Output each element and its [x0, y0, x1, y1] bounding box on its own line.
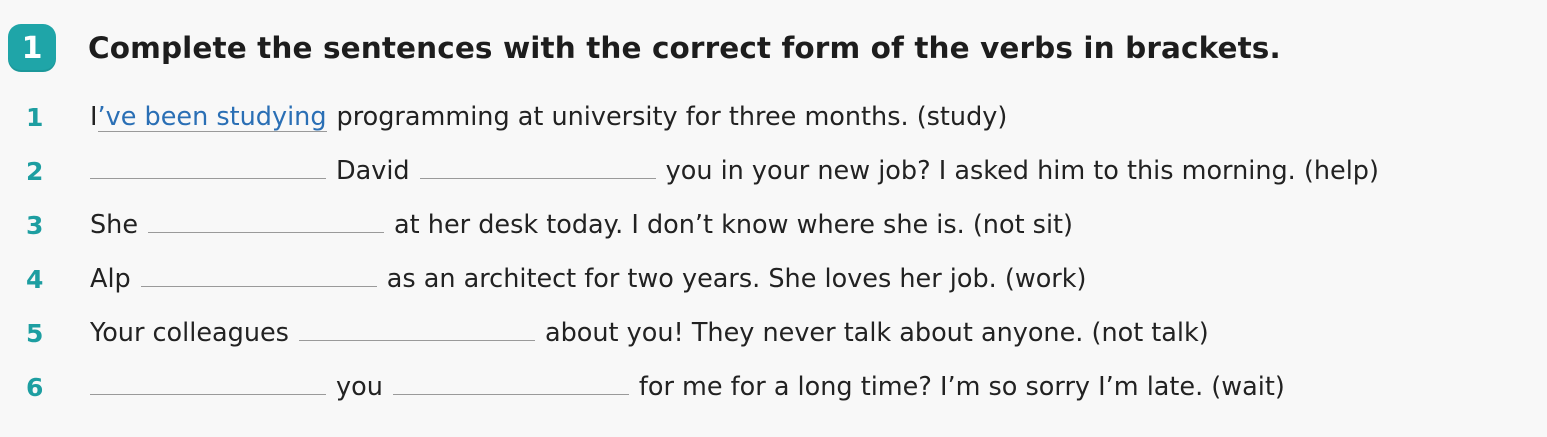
sentence-text-end: about you! They never talk about anyone.…: [544, 318, 1209, 348]
sentence-text-end: for me for a long time? I’m so sorry I’m…: [638, 372, 1285, 402]
sentence-text-end: you in your new job? I asked him to this…: [665, 156, 1379, 186]
sentence-line: Alp as an architect for two years. She l…: [90, 264, 1087, 294]
sentence-line: David you in your new job? I asked him t…: [90, 156, 1379, 186]
sentence-text-end: at her desk today. I don’t know where sh…: [394, 210, 1073, 240]
sentence-text-start: Your colleagues: [90, 318, 289, 348]
answer-blank-2[interactable]: [419, 176, 656, 179]
sentence-line: She at her desk today. I don’t know wher…: [90, 210, 1073, 240]
item-number: 1: [26, 102, 44, 132]
sentence-text-end: programming at university for three mont…: [336, 101, 1008, 132]
answer-blank-2[interactable]: [392, 392, 629, 395]
sentence-line: Your colleagues about you! They never ta…: [90, 318, 1209, 348]
sentence-text-middle: you: [336, 372, 383, 402]
answer-blank-1[interactable]: [90, 176, 326, 179]
sentence-line: I ’ve been studying programming at unive…: [90, 102, 1007, 133]
answer-blank[interactable]: [298, 338, 535, 341]
exercise-instruction: Complete the sentences with the correct …: [88, 31, 1281, 65]
exercise-number-badge: 1: [8, 24, 56, 72]
answer-blank[interactable]: [140, 284, 377, 287]
sentence-text-middle: David: [336, 156, 410, 186]
exercise-header: 1 Complete the sentences with the correc…: [8, 22, 1281, 74]
sentence-text-start: I: [90, 101, 98, 132]
item-number: 5: [26, 318, 44, 348]
sentence-text-start: Alp: [90, 264, 131, 294]
item-number: 6: [26, 372, 44, 402]
exercise: 1 Complete the sentences with the correc…: [0, 0, 1547, 437]
sentence-text-end: as an architect for two years. She loves…: [386, 264, 1087, 294]
answer-blank-1[interactable]: [90, 392, 326, 395]
answer-blank[interactable]: [148, 230, 385, 233]
answer-example: ’ve been studying: [97, 101, 327, 133]
item-number: 4: [26, 264, 44, 294]
item-number: 3: [26, 210, 44, 240]
sentence-line: you for me for a long time? I’m so sorry…: [90, 372, 1285, 402]
sentence-text-start: She: [90, 210, 139, 240]
item-number: 2: [26, 156, 44, 186]
